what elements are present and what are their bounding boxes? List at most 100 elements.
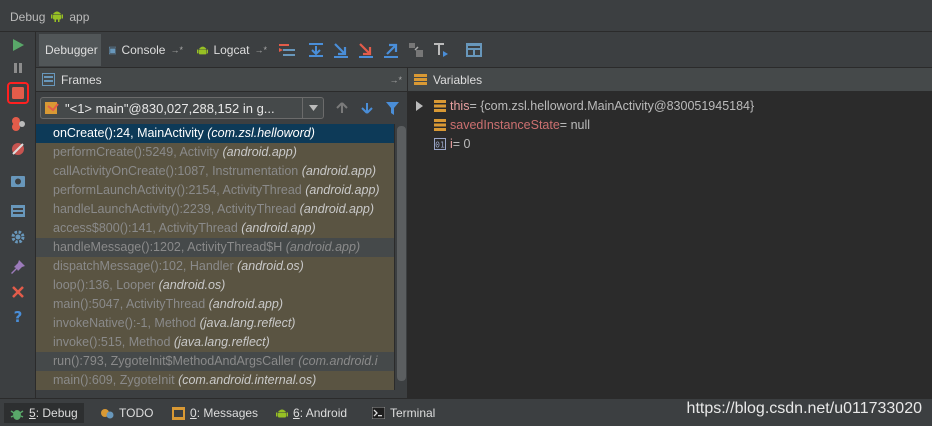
android-icon	[197, 46, 209, 54]
thread-selected-value: "<1> main"@830,027,288,152 in g...	[65, 100, 275, 116]
previous-frame-icon[interactable]	[336, 102, 348, 114]
frame-row[interactable]: onCreate():24, MainActivity (com.zsl.hel…	[36, 124, 394, 143]
tab-console[interactable]: Console →*	[103, 34, 189, 66]
close-icon	[12, 286, 24, 298]
next-frame-icon[interactable]	[361, 102, 373, 114]
tool-tab-terminal[interactable]: Terminal	[366, 403, 441, 423]
frame-package: (android.app)	[301, 164, 377, 178]
frames-pin-arrow[interactable]: →*	[389, 75, 402, 85]
frame-method: invokeNative():-1, Method	[53, 316, 200, 330]
frame-method: access$800():141, ActivityThread	[53, 221, 242, 235]
frame-row[interactable]: invoke():515, Method (java.lang.reflect)	[36, 333, 394, 352]
window-title: Debug	[10, 10, 46, 24]
step-into-icon[interactable]	[332, 41, 350, 59]
stop-button[interactable]	[7, 82, 29, 104]
drop-frame-icon[interactable]	[407, 41, 425, 59]
frame-method: handleLaunchActivity():2239, ActivityThr…	[53, 202, 300, 216]
run-to-cursor-icon[interactable]	[432, 41, 450, 59]
variables-tree[interactable]: this = {com.zsl.helloword.MainActivity@8…	[408, 92, 932, 398]
breakpoints-icon	[12, 117, 25, 131]
messages-icon	[172, 406, 185, 420]
scrollbar-thumb[interactable]	[397, 126, 406, 381]
frames-list[interactable]: onCreate():24, MainActivity (com.zsl.hel…	[36, 124, 394, 390]
frames-scrollbar[interactable]	[394, 124, 408, 390]
mute-breakpoints-button[interactable]	[8, 139, 28, 159]
pin-arrow: →*	[170, 45, 183, 55]
variable-row-savedinstancestate[interactable]: savedInstanceState = null	[434, 115, 590, 134]
tool-tab-todo[interactable]: TODO	[94, 403, 159, 423]
tool-tab-android[interactable]: 6: Android	[270, 403, 353, 423]
frame-row[interactable]: performCreate():5249, Activity (android.…	[36, 143, 394, 162]
layout-icon	[11, 205, 25, 217]
variable-value: = {com.zsl.helloword.MainActivity@830051…	[469, 98, 755, 113]
close-button[interactable]	[8, 282, 28, 302]
thread-dropdown[interactable]: "<1> main"@830,027,288,152 in g...	[40, 97, 324, 119]
pin-tab-button[interactable]	[8, 257, 28, 277]
thread-icon	[45, 102, 59, 114]
variables-icon	[414, 74, 427, 85]
frame-method: performCreate():5249, Activity	[53, 145, 223, 159]
frame-package: (com.zsl.helloword)	[207, 126, 315, 140]
frame-row[interactable]: dispatchMessage():102, Handler (android.…	[36, 257, 394, 276]
camera-icon	[11, 176, 25, 187]
settings-button[interactable]	[8, 227, 28, 247]
variable-value: = null	[559, 117, 591, 132]
frame-package: (android.app)	[208, 297, 283, 311]
tab-logcat[interactable]: Logcat →*	[191, 34, 273, 66]
step-over-icon[interactable]	[307, 41, 325, 59]
filter-icon[interactable]	[386, 102, 399, 115]
force-step-into-icon[interactable]	[357, 41, 375, 59]
field-icon	[434, 99, 446, 112]
frame-method: main():5047, ActivityThread	[53, 297, 209, 311]
frame-row[interactable]: loop():136, Looper (android.os)	[36, 276, 394, 295]
frame-row[interactable]: run():793, ZygoteInit$MethodAndArgsCalle…	[36, 352, 394, 371]
android-icon	[276, 409, 288, 417]
resume-button[interactable]	[8, 35, 28, 55]
frame-row[interactable]: invokeNative():-1, Method (java.lang.ref…	[36, 314, 394, 333]
evaluate-expression-icon[interactable]	[465, 41, 483, 59]
variable-name: savedInstanceState	[450, 117, 560, 132]
get-thread-dump-button[interactable]	[8, 171, 28, 191]
frames-panel-header: Frames →*	[36, 68, 408, 92]
frame-method: loop():136, Looper	[53, 278, 159, 292]
tab-console-label: Console	[121, 43, 166, 57]
tool-tab-debug[interactable]: 5: Debug	[4, 403, 84, 423]
help-button[interactable]: ?	[8, 307, 28, 327]
frame-package: (java.lang.reflect)	[173, 335, 270, 349]
frame-row[interactable]: handleMessage():1202, ActivityThread$H (…	[36, 238, 394, 257]
show-execution-point-icon[interactable]	[278, 41, 296, 59]
tool-tab-num: 5	[29, 406, 36, 420]
view-breakpoints-button[interactable]	[8, 114, 28, 134]
pause-button[interactable]	[8, 58, 28, 78]
bug-icon	[10, 409, 24, 420]
tool-tab-label: TODO	[119, 406, 154, 420]
watermark: https://blog.csdn.net/u011733020	[686, 400, 922, 417]
frame-method: onCreate():24, MainActivity	[53, 126, 208, 140]
frame-row[interactable]: main():609, ZygoteInit (com.android.inte…	[36, 371, 394, 390]
frame-method: performLaunchActivity():2154, ActivityTh…	[53, 183, 306, 197]
tool-tab-label: : Android	[299, 406, 348, 420]
frame-row[interactable]: main():5047, ActivityThread (android.app…	[36, 295, 394, 314]
frame-method: invoke():515, Method	[53, 335, 174, 349]
variable-row-this[interactable]: this = {com.zsl.helloword.MainActivity@8…	[414, 96, 754, 115]
terminal-icon	[372, 407, 385, 419]
frame-row[interactable]: callActivityOnCreate():1087, Instrumenta…	[36, 162, 394, 181]
mute-breakpoints-icon	[12, 143, 24, 155]
frame-row[interactable]: performLaunchActivity():2154, ActivityTh…	[36, 181, 394, 200]
tab-debugger[interactable]: Debugger	[39, 34, 101, 66]
frame-row[interactable]: access$800():141, ActivityThread (androi…	[36, 219, 394, 238]
step-out-icon[interactable]	[382, 41, 400, 59]
app-name: app	[69, 10, 90, 24]
android-icon	[51, 9, 64, 25]
frame-row[interactable]: handleLaunchActivity():2239, ActivityThr…	[36, 200, 394, 219]
variable-row-i[interactable]: 01 i = 0	[434, 134, 471, 153]
variable-value: = 0	[452, 136, 471, 151]
tool-tab-label: : Messages	[196, 406, 259, 420]
expand-arrow-icon[interactable]	[414, 100, 424, 111]
restore-layout-button[interactable]	[8, 201, 28, 221]
field-icon	[434, 118, 446, 131]
tool-tab-messages[interactable]: 0: Messages	[166, 403, 264, 423]
dropdown-arrow[interactable]	[302, 98, 323, 118]
debug-tab-bar: Debugger Console →* Logcat →*	[36, 32, 932, 68]
thread-selector-row: "<1> main"@830,027,288,152 in g...	[36, 92, 408, 124]
